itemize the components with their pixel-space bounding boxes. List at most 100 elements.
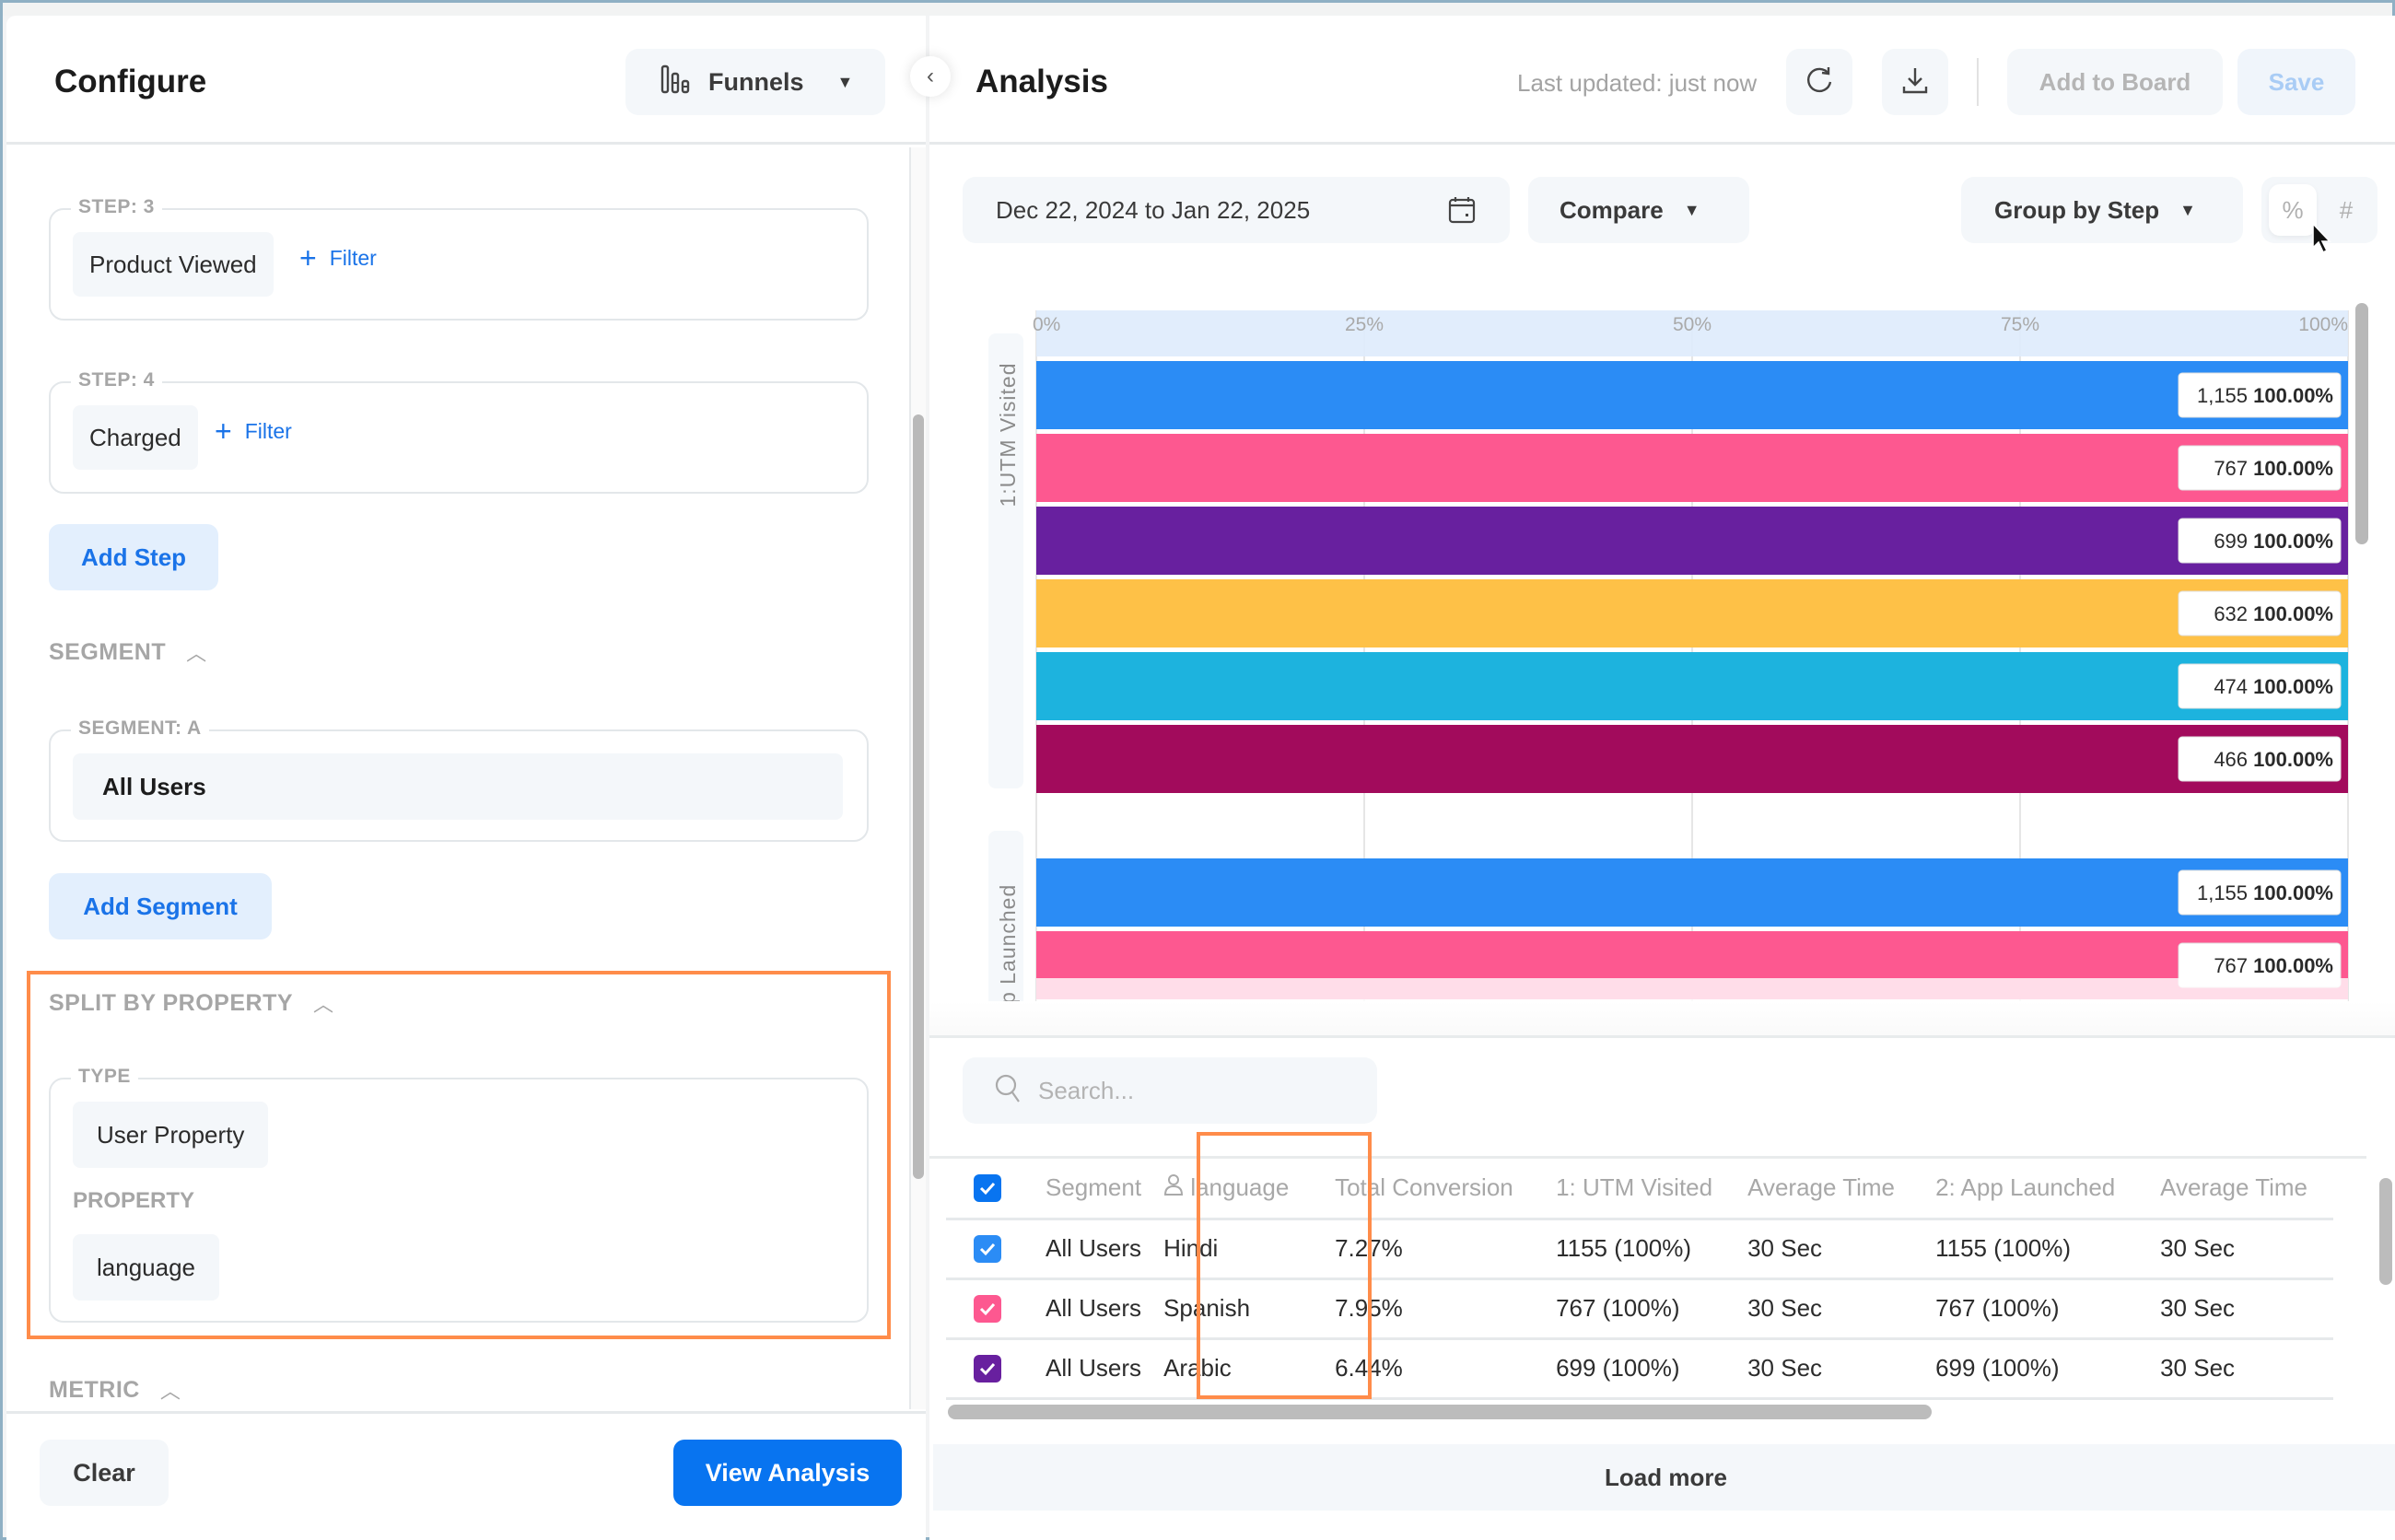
search-icon	[994, 1073, 1022, 1109]
filter-label: Filter	[244, 419, 292, 443]
metric-section-toggle[interactable]: METRIC ︿	[49, 1375, 181, 1405]
chart-divider	[929, 1001, 2395, 1038]
add-filter-link[interactable]: + Filter	[215, 414, 292, 449]
column-header[interactable]: Average Time	[1736, 1159, 1924, 1219]
bar-data-label: 767 100.00%	[2214, 954, 2333, 977]
compare-dropdown[interactable]: Compare ▼	[1528, 177, 1749, 243]
calendar-icon	[1447, 195, 1477, 231]
segment-section-toggle[interactable]: SEGMENT ︿	[49, 637, 207, 667]
segment-selector[interactable]: All Users	[73, 753, 843, 820]
caret-down-icon: ▼	[1683, 200, 1700, 219]
table-cell: 6.44%	[1324, 1336, 1546, 1400]
property-label: PROPERTY	[73, 1188, 195, 1213]
search-input[interactable]	[1038, 1076, 1342, 1105]
split-section-title: SPLIT BY PROPERTY	[49, 989, 294, 1016]
plus-icon: +	[299, 241, 317, 274]
table-cell: 699 (100%)	[1545, 1336, 1737, 1400]
download-icon	[1899, 64, 1931, 100]
chevron-up-icon: ︿	[159, 1380, 181, 1403]
funnel-bar	[1036, 507, 2348, 575]
table-vertical-scrollbar[interactable]	[2379, 1178, 2392, 1285]
step-card: STEP: 3 Product Viewed + Filter	[49, 196, 869, 321]
language-header-label: language	[1190, 1173, 1290, 1202]
row-checkbox[interactable]	[974, 1295, 1001, 1323]
step-event-chip[interactable]: Charged	[73, 405, 198, 470]
configure-footer: Clear View Analysis	[6, 1411, 926, 1540]
step-event-chip[interactable]: Product Viewed	[73, 232, 274, 297]
analysis-type-dropdown[interactable]: Funnels ▼	[625, 49, 885, 115]
row-checkbox[interactable]	[974, 1355, 1001, 1382]
table-cell: 30 Sec	[1736, 1277, 1925, 1338]
select-all-checkbox[interactable]	[974, 1174, 1001, 1203]
load-more-button[interactable]: Load more	[933, 1444, 2395, 1511]
plus-icon: +	[215, 414, 232, 448]
bar-data-label: 632 100.00%	[2214, 602, 2333, 625]
table-cell: 1155 (100%)	[1545, 1217, 1737, 1278]
table-row[interactable]: All Users Arabic 6.44% 699 (100%) 30 Sec 699 …	[946, 1336, 2334, 1400]
filter-label: Filter	[329, 246, 377, 270]
table-cell: 767 (100%)	[1545, 1277, 1737, 1338]
table-search[interactable]	[963, 1057, 1377, 1124]
add-segment-button[interactable]: Add Segment	[49, 873, 272, 939]
check-icon	[979, 1242, 996, 1256]
bar-data-label: 1,155 100.00%	[2197, 881, 2333, 904]
header-divider	[1977, 58, 1979, 106]
funnel-bar	[1036, 652, 2348, 720]
table-cell: 30 Sec	[1736, 1336, 1925, 1400]
split-section-toggle[interactable]: SPLIT BY PROPERTY ︿	[49, 988, 334, 1018]
results-table: Segment language Total Conversion 1: UTM…	[946, 1159, 2334, 1400]
add-step-button[interactable]: Add Step	[49, 524, 218, 590]
column-header[interactable]: 2: App Launched	[1924, 1159, 2149, 1219]
check-icon	[979, 1183, 996, 1196]
window-frame	[3, 3, 2392, 16]
step-legend: STEP: 4	[71, 369, 162, 391]
table-row[interactable]: All Users Hindi 7.27% 1155 (100%) 30 Sec 1155…	[946, 1217, 2334, 1278]
group-by-dropdown[interactable]: Group by Step ▼	[1961, 177, 2243, 243]
language-cell: Spanish	[1152, 1277, 1325, 1338]
download-button[interactable]	[1882, 49, 1948, 115]
add-filter-link[interactable]: + Filter	[299, 241, 377, 275]
column-header[interactable]: Segment	[1012, 1159, 1152, 1219]
funnel-bar	[1036, 434, 2348, 502]
table-cell: 7.27%	[1324, 1217, 1546, 1278]
row-checkbox[interactable]	[974, 1235, 1001, 1263]
mouse-cursor	[2311, 221, 2333, 260]
date-range-picker[interactable]: Dec 22, 2024 to Jan 22, 2025	[963, 177, 1510, 243]
save-button[interactable]: Save	[2237, 49, 2355, 115]
date-range-text: Dec 22, 2024 to Jan 22, 2025	[996, 195, 1311, 224]
segment-legend: SEGMENT: A	[71, 718, 209, 740]
x-tick-label: 75%	[2001, 314, 2039, 335]
language-cell: Arabic	[1152, 1336, 1325, 1400]
x-tick-label: 0%	[1033, 314, 1060, 335]
configure-scrollbar[interactable]	[909, 147, 926, 1409]
refresh-button[interactable]	[1786, 49, 1852, 115]
add-to-board-button[interactable]: Add to Board	[2007, 49, 2223, 115]
funnel-chart: 1:UTM Visited 2:App Launched 1,155 100.00%…	[929, 283, 2395, 1020]
clear-button[interactable]: Clear	[40, 1440, 169, 1506]
view-analysis-button[interactable]: View Analysis	[673, 1440, 902, 1506]
column-header[interactable]: Average Time	[2149, 1159, 2333, 1219]
column-header-language[interactable]: language	[1152, 1159, 1324, 1219]
analysis-panel: Analysis Last updated: just now Add to B…	[929, 16, 2395, 1540]
table-horizontal-scrollbar[interactable]	[948, 1405, 1932, 1419]
collapse-panel-button[interactable]: ‹	[910, 56, 951, 97]
percent-toggle-option[interactable]: %	[2269, 184, 2317, 236]
analysis-header: Analysis Last updated: just now Add to B…	[929, 16, 2395, 145]
property-type-selector[interactable]: User Property	[73, 1102, 269, 1168]
scrollbar-thumb[interactable]	[913, 414, 924, 1179]
configure-scroll-area: STEP: 3 Product Viewed + Filter STEP: 4 …	[6, 147, 909, 1409]
table-cell: 699 (100%)	[1924, 1336, 2150, 1400]
segment-card: SEGMENT: A All Users	[49, 718, 869, 842]
table-cell: All Users	[1012, 1277, 1153, 1338]
funnel-bar	[1036, 361, 2348, 429]
table-row[interactable]: All Users Spanish 7.95% 767 (100%) 30 Sec 767…	[946, 1277, 2334, 1338]
last-updated-text: Last updated: just now	[1517, 69, 1758, 97]
select-all-cell	[946, 1159, 1012, 1219]
column-header[interactable]: Total Conversion	[1324, 1159, 1545, 1219]
caret-down-icon: ▼	[836, 72, 854, 91]
table-cell: 767 (100%)	[1924, 1277, 2150, 1338]
property-selector[interactable]: language	[73, 1234, 219, 1301]
column-header[interactable]: 1: UTM Visited	[1545, 1159, 1736, 1219]
chart-scrollbar[interactable]	[2355, 303, 2368, 544]
bar-data-label: 466 100.00%	[2214, 748, 2333, 771]
